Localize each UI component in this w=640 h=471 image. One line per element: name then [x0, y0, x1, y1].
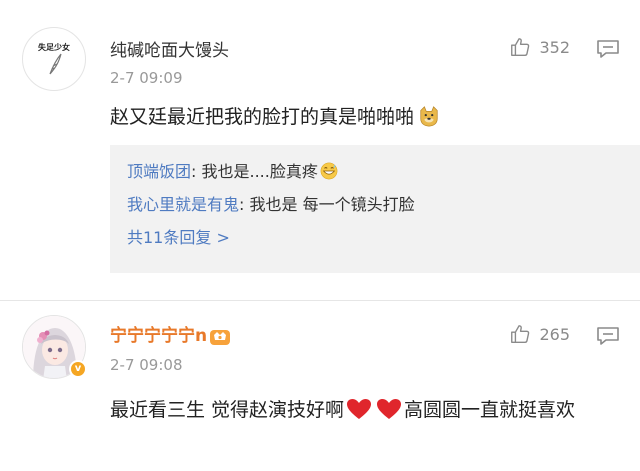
reply-item: 顶端饭团: 我也是....脸真疼: [127, 155, 640, 188]
comment-icon[interactable]: [596, 39, 620, 59]
verified-badge: v: [69, 360, 87, 378]
like-button[interactable]: 352: [509, 36, 570, 58]
vip-crown-icon: [210, 330, 231, 345]
comment-text-part2: 高圆圆一直就挺喜欢: [404, 399, 576, 421]
comment-text: 赵又廷最近把我的脸打的真是啪啪啪: [110, 99, 620, 135]
reply-item: 我心里就是有鬼: 我也是 每一个镜头打脸: [127, 188, 640, 221]
reply-author[interactable]: 顶端饭团: [127, 162, 191, 181]
red-heart-emoji-icon: [377, 399, 402, 419]
thumbs-up-icon: [511, 325, 530, 343]
like-count: 265: [539, 324, 570, 344]
grinning-sweat-emoji-icon: [320, 162, 338, 180]
replies-box: 顶端饭团: 我也是....脸真疼 我心里就是有鬼: 我也是 每一个镜头打脸 共1…: [110, 145, 640, 273]
timestamp: 2-7 09:08: [110, 356, 183, 374]
avatar[interactable]: 失足少女: [22, 27, 86, 91]
comment-icon[interactable]: [596, 326, 620, 346]
thumbs-up-icon: [511, 38, 530, 56]
comment-text-body: 赵又廷最近把我的脸打的真是啪啪啪: [110, 106, 415, 128]
more-replies-link[interactable]: 共11条回复 >: [127, 221, 640, 254]
like-count: 352: [539, 37, 570, 57]
reply-separator: :: [191, 162, 202, 181]
like-button[interactable]: 265: [509, 323, 570, 345]
reply-separator: :: [239, 195, 250, 214]
reply-text: 我也是 每一个镜头打脸: [249, 195, 415, 214]
reply-author[interactable]: 我心里就是有鬼: [127, 195, 239, 214]
comment-card: v 宁宁宁宁宁n 2-7 09:08 265 最近看三生 觉得赵演技好啊 高圆圆…: [0, 300, 640, 471]
comment-text: 最近看三生 觉得赵演技好啊 高圆圆一直就挺喜欢: [110, 392, 620, 428]
username[interactable]: 宁宁宁宁宁n: [110, 321, 231, 346]
red-heart-emoji-icon: [347, 399, 372, 419]
username[interactable]: 纯碱呛面大馒头: [110, 36, 229, 61]
timestamp: 2-7 09:09: [110, 69, 183, 87]
reply-text: 我也是....脸真疼: [201, 162, 318, 181]
username-text: 宁宁宁宁宁n: [110, 326, 208, 346]
feather-icon: [49, 53, 62, 75]
comment-card: 失足少女 纯碱呛面大馒头 2-7 09:09 352 赵又廷最近把我的脸打的真是…: [0, 0, 640, 300]
comment-text-part1: 最近看三生 觉得赵演技好啊: [110, 399, 345, 421]
doge-emoji-icon: [420, 106, 438, 127]
